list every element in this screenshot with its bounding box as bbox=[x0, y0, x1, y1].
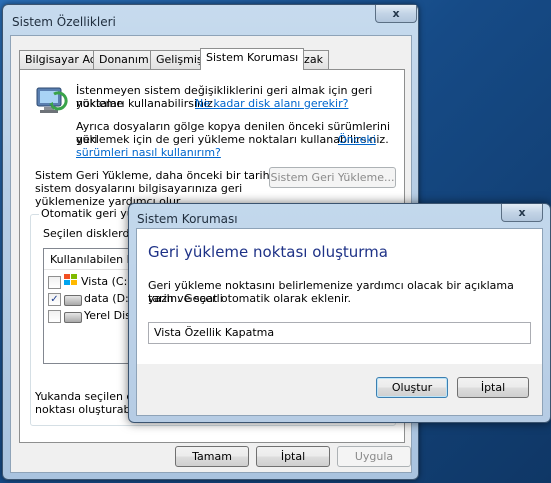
close-icon: x bbox=[392, 7, 400, 20]
previous-versions-link-start[interactable]: Önceki bbox=[338, 133, 376, 146]
restore-point-description-input[interactable]: Vista Özellik Kapatma bbox=[148, 322, 531, 344]
dialog-title: Sistem Koruması bbox=[137, 212, 238, 226]
tab-system-protection[interactable]: Sistem Koruması bbox=[200, 48, 305, 70]
cancel-button[interactable]: İptal bbox=[256, 446, 330, 467]
previous-versions-link-end[interactable]: sürümleri nasıl kullanırım? bbox=[76, 146, 221, 159]
drive-checkbox-c[interactable] bbox=[48, 276, 61, 289]
dialog-close-button[interactable]: x bbox=[501, 204, 543, 222]
windows-drive-icon bbox=[64, 274, 78, 286]
drive-icon bbox=[64, 312, 82, 323]
checkmark-icon: ✓ bbox=[50, 294, 59, 305]
create-restore-point-dialog: Sistem Koruması x Geri yükleme noktası o… bbox=[128, 203, 551, 423]
window-title: Sistem Özellikleri bbox=[12, 15, 116, 29]
tab-hardware[interactable]: Donanım bbox=[93, 50, 155, 69]
dialog-content: Geri yükleme noktası oluşturma Geri yükl… bbox=[137, 229, 542, 364]
restore-text-line-2: sistem dosyalarını bilgisayarınıza geri bbox=[35, 182, 243, 195]
create-button[interactable]: Oluştur bbox=[376, 377, 448, 398]
close-icon: x bbox=[518, 206, 526, 219]
dialog-cancel-button[interactable]: İptal bbox=[457, 377, 529, 398]
drive-label-d: data (D:) bbox=[84, 292, 134, 305]
disk-space-link[interactable]: Ne kadar disk alanı gerekir? bbox=[195, 97, 348, 110]
drive-checkbox-d[interactable]: ✓ bbox=[48, 293, 61, 306]
dialog-heading: Geri yükleme noktası oluşturma bbox=[148, 243, 388, 261]
system-protection-icon bbox=[36, 87, 68, 113]
dialog-client-area: Geri yükleme noktası oluşturma Geri yükl… bbox=[136, 228, 543, 416]
system-restore-button[interactable]: Sistem Geri Yükleme... bbox=[269, 167, 396, 188]
drive-icon bbox=[64, 295, 82, 306]
dialog-description-line-2: tarih ve saat otomatik olarak eklenir. bbox=[148, 292, 352, 305]
close-button[interactable]: x bbox=[375, 5, 417, 23]
drive-checkbox-local[interactable] bbox=[48, 310, 61, 323]
restore-text-line-1: Sistem Geri Yükleme, daha önceki bir tar… bbox=[35, 169, 294, 182]
apply-button[interactable]: Uygula bbox=[337, 446, 411, 467]
ok-button[interactable]: Tamam bbox=[175, 446, 249, 467]
